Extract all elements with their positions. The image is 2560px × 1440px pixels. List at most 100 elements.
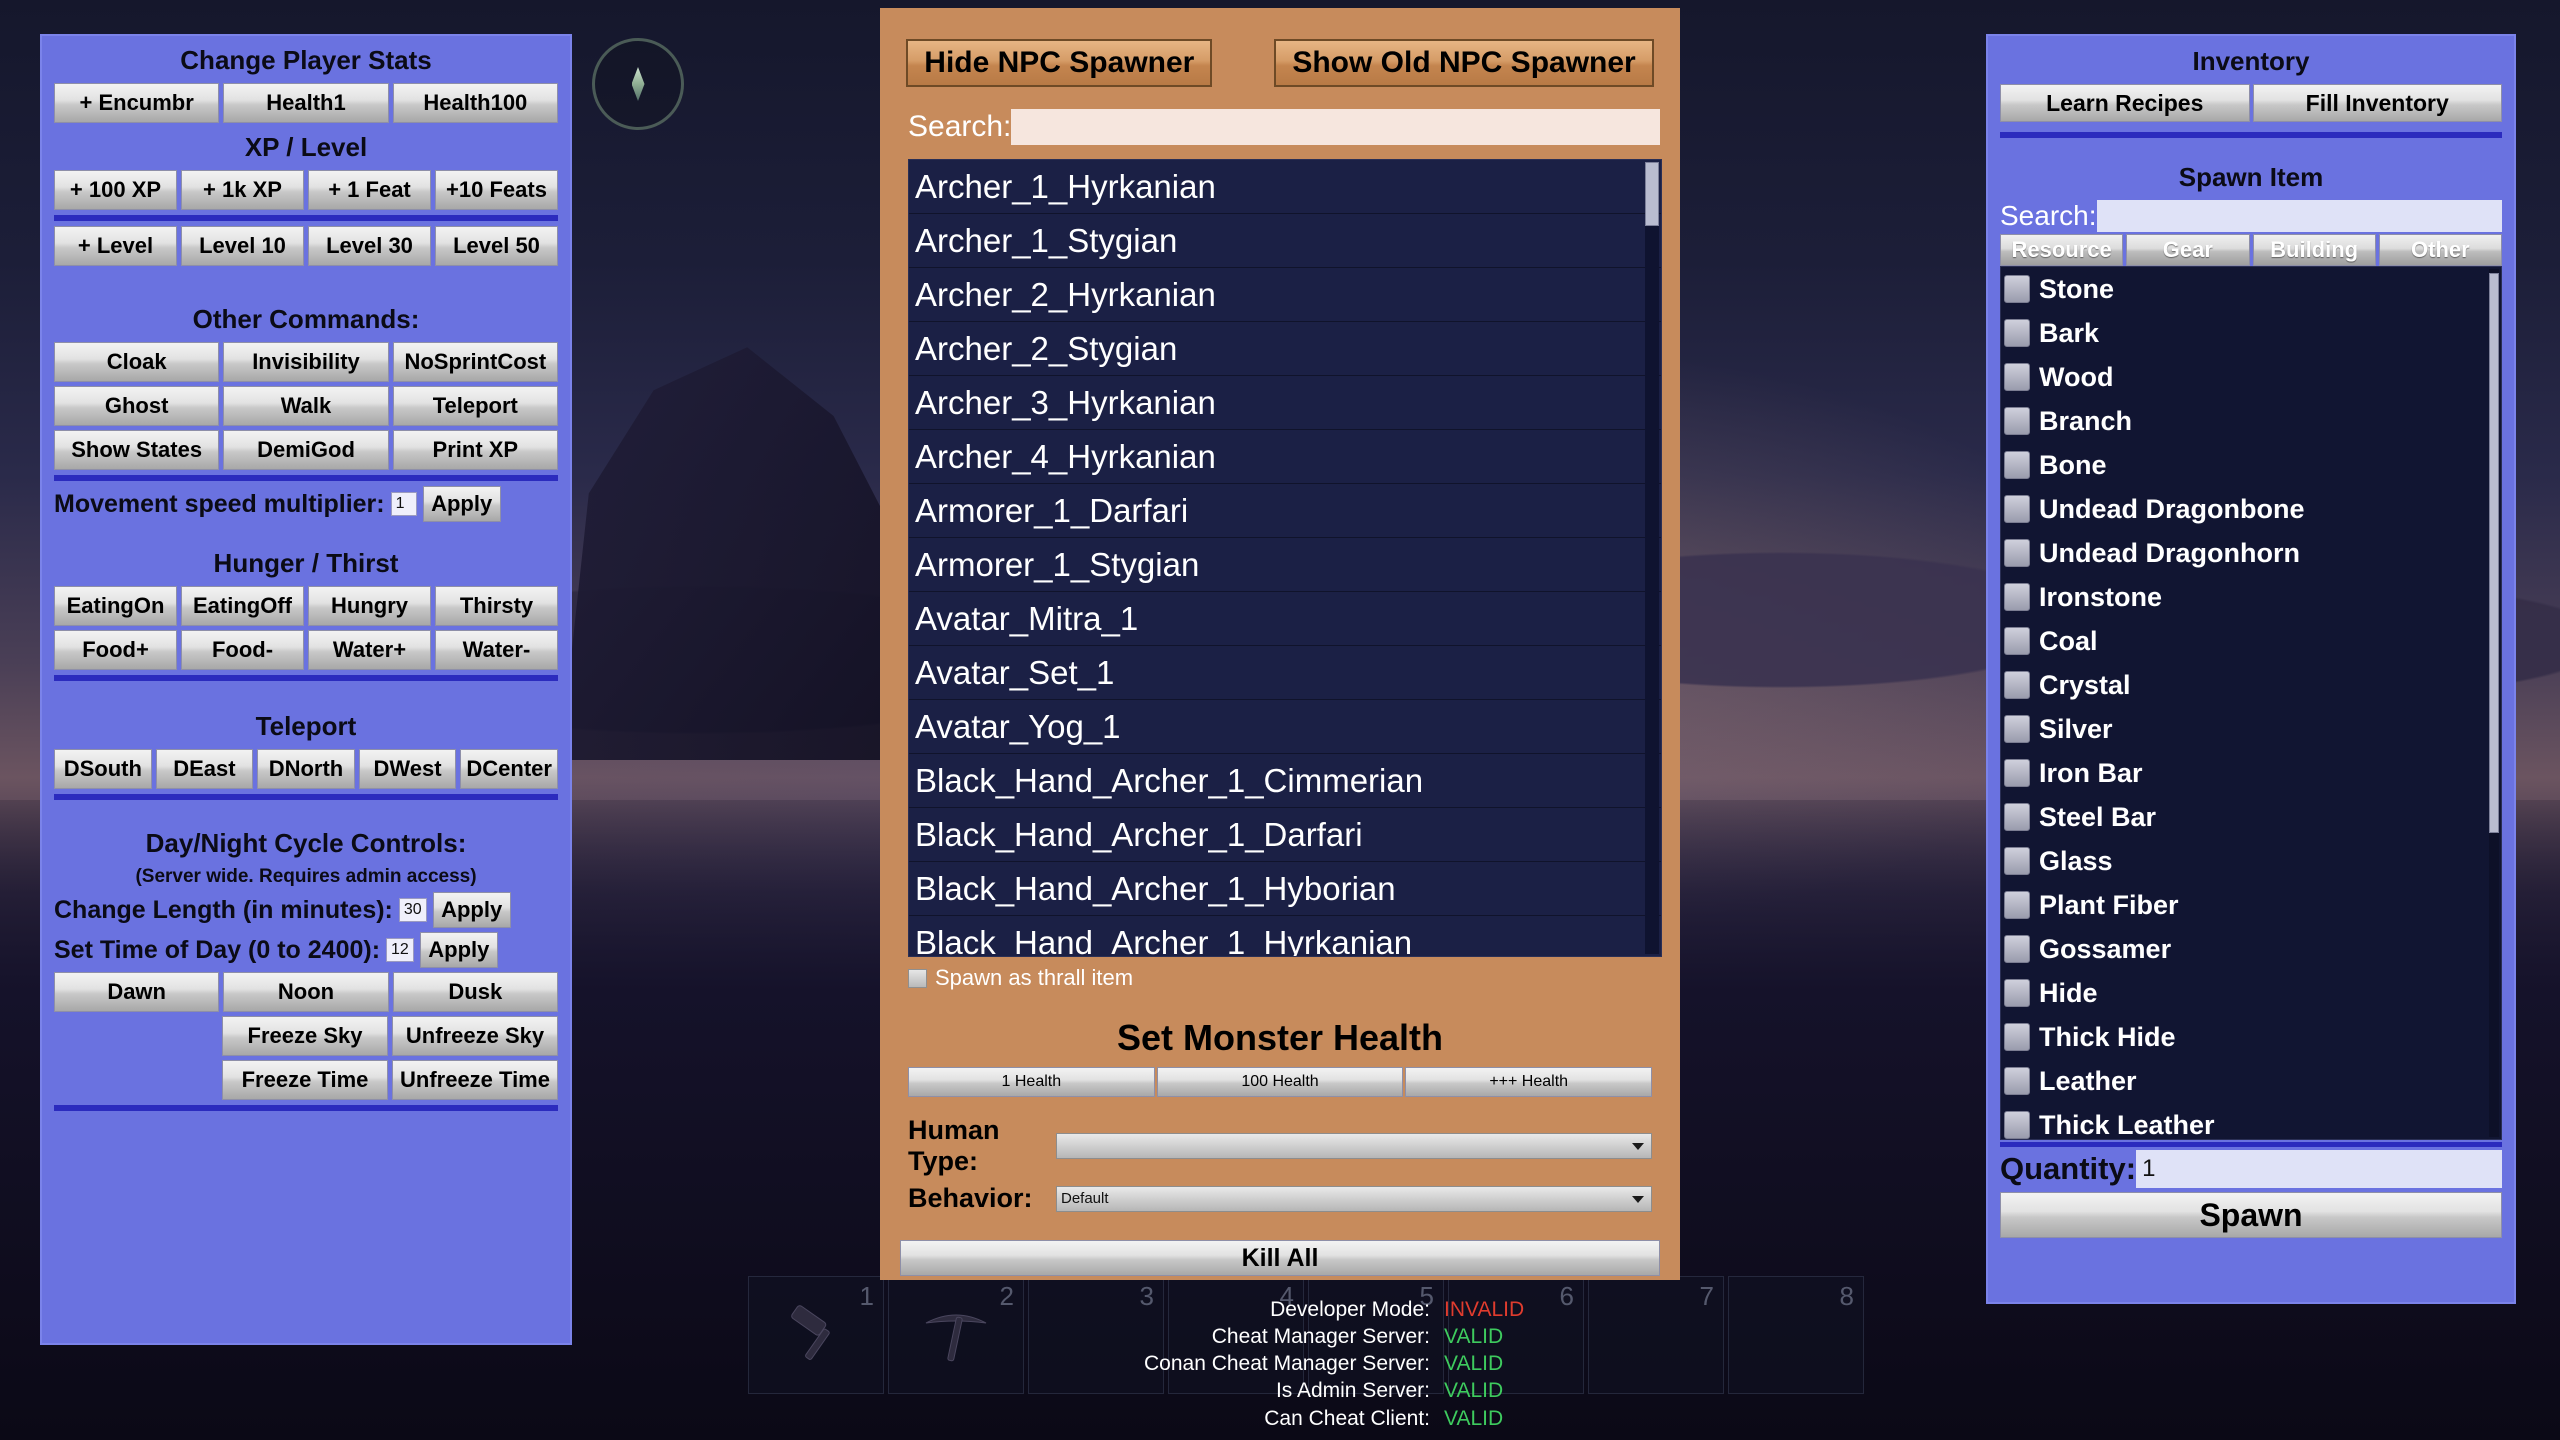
item-list-scrollbar[interactable] [2489, 269, 2499, 1137]
item-list-row[interactable]: Iron Bar [2001, 751, 2501, 795]
teleport-dwest-button[interactable]: DWest [358, 749, 457, 789]
add-10-feats-button[interactable]: +10 Feats [435, 170, 558, 210]
scrollbar-thumb[interactable] [2489, 273, 2499, 833]
npc-list-item[interactable]: Black_Hand_Archer_1_Darfari [909, 808, 1661, 862]
npc-search-input[interactable] [1011, 109, 1660, 145]
hungry-button[interactable]: Hungry [308, 586, 431, 626]
teleport-button[interactable]: Teleport [392, 386, 558, 426]
npc-list-item[interactable]: Avatar_Set_1 [909, 646, 1661, 700]
item-list-row[interactable]: Bark [2001, 311, 2501, 355]
npc-list[interactable]: Archer_1_Hyrkanian Archer_1_Stygian Arch… [908, 159, 1662, 957]
tab-gear[interactable]: Gear [2126, 234, 2250, 266]
no-sprint-cost-button[interactable]: NoSprintCost [392, 342, 558, 382]
unfreeze-time-button[interactable]: Unfreeze Time [392, 1060, 558, 1100]
water-minus-button[interactable]: Water- [435, 630, 558, 670]
teleport-dnorth-button[interactable]: DNorth [257, 749, 355, 789]
item-list-row[interactable]: Plant Fiber [2001, 883, 2501, 927]
health-1-button[interactable]: Health1 [223, 83, 389, 123]
freeze-sky-button[interactable]: Freeze Sky [222, 1016, 388, 1056]
item-list-row[interactable]: Silver [2001, 707, 2501, 751]
walk-button[interactable]: Walk [223, 386, 389, 426]
item-checkbox[interactable] [2004, 1067, 2030, 1095]
thirsty-button[interactable]: Thirsty [435, 586, 558, 626]
item-list-row[interactable]: Leather [2001, 1059, 2501, 1103]
item-checkbox[interactable] [2004, 451, 2030, 479]
show-old-npc-spawner-button[interactable]: Show Old NPC Spawner [1274, 39, 1654, 87]
item-checkbox[interactable] [2004, 759, 2030, 787]
health-max-monster-button[interactable]: +++ Health [1405, 1067, 1653, 1097]
water-plus-button[interactable]: Water+ [308, 630, 431, 670]
npc-list-item[interactable]: Archer_4_Hyrkanian [909, 430, 1661, 484]
item-checkbox[interactable] [2004, 583, 2030, 611]
item-list-row[interactable]: Glass [2001, 839, 2501, 883]
npc-list-item[interactable]: Avatar_Yog_1 [909, 700, 1661, 754]
time-of-day-input[interactable]: 12 [386, 938, 414, 962]
npc-list-item[interactable]: Archer_3_Hyrkanian [909, 376, 1661, 430]
food-plus-button[interactable]: Food+ [54, 630, 177, 670]
item-checkbox[interactable] [2004, 495, 2030, 523]
npc-list-item[interactable]: Archer_2_Stygian [909, 322, 1661, 376]
item-checkbox[interactable] [2004, 319, 2030, 347]
demigod-button[interactable]: DemiGod [223, 430, 389, 470]
npc-list-scrollbar[interactable] [1645, 162, 1659, 954]
npc-list-item[interactable]: Black_Hand_Archer_1_Hyrkanian [909, 916, 1661, 956]
hotbar-slot[interactable]: 2 [888, 1276, 1024, 1394]
level-30-button[interactable]: Level 30 [308, 226, 431, 266]
hotbar-slot[interactable]: 1 [748, 1276, 884, 1394]
item-list-row[interactable]: Ironstone [2001, 575, 2501, 619]
item-checkbox[interactable] [2004, 715, 2030, 743]
item-list-row[interactable]: Bone [2001, 443, 2501, 487]
eating-on-button[interactable]: EatingOn [54, 586, 177, 626]
freeze-time-button[interactable]: Freeze Time [222, 1060, 388, 1100]
item-checkbox[interactable] [2004, 1023, 2030, 1051]
fill-inventory-button[interactable]: Fill Inventory [2252, 84, 2502, 122]
hotbar-slot[interactable]: 7 [1588, 1276, 1724, 1394]
item-list-row[interactable]: Stone [2001, 267, 2501, 311]
cycle-length-input[interactable]: 30 [398, 898, 427, 922]
npc-list-item[interactable]: Archer_1_Hyrkanian [909, 160, 1661, 214]
spawn-item-list[interactable]: Stone Bark Wood Branch Bone Undead Drago… [2000, 266, 2502, 1140]
item-checkbox[interactable] [2004, 935, 2030, 963]
npc-list-item[interactable]: Archer_2_Hyrkanian [909, 268, 1661, 322]
item-checkbox[interactable] [2004, 891, 2030, 919]
dawn-button[interactable]: Dawn [54, 972, 220, 1012]
cloak-button[interactable]: Cloak [54, 342, 220, 382]
level-50-button[interactable]: Level 50 [435, 226, 558, 266]
spawn-button[interactable]: Spawn [2000, 1192, 2502, 1238]
show-states-button[interactable]: Show States [54, 430, 220, 470]
add-1-feat-button[interactable]: + 1 Feat [308, 170, 431, 210]
npc-list-item[interactable]: Archer_1_Stygian [909, 214, 1661, 268]
human-type-dropdown[interactable] [1056, 1133, 1652, 1159]
teleport-dsouth-button[interactable]: DSouth [54, 749, 152, 789]
item-checkbox[interactable] [2004, 363, 2030, 391]
health-100-button[interactable]: Health100 [392, 83, 558, 123]
food-minus-button[interactable]: Food- [181, 630, 304, 670]
item-checkbox[interactable] [2004, 407, 2030, 435]
tab-resource[interactable]: Resource [2000, 234, 2124, 266]
item-list-row[interactable]: Coal [2001, 619, 2501, 663]
item-list-row[interactable]: Wood [2001, 355, 2501, 399]
health-1-monster-button[interactable]: 1 Health [908, 1067, 1155, 1097]
eating-off-button[interactable]: EatingOff [181, 586, 304, 626]
unfreeze-sky-button[interactable]: Unfreeze Sky [392, 1016, 558, 1056]
movement-speed-input[interactable]: 1 [390, 492, 417, 516]
item-list-row[interactable]: Steel Bar [2001, 795, 2501, 839]
item-list-row[interactable]: Thick Leather [2001, 1103, 2501, 1139]
spawn-as-thrall-checkbox[interactable] [908, 968, 927, 988]
invisibility-button[interactable]: Invisibility [223, 342, 389, 382]
movement-speed-apply-button[interactable]: Apply [422, 486, 501, 522]
item-list-row[interactable]: Undead Dragonhorn [2001, 531, 2501, 575]
item-list-row[interactable]: Undead Dragonbone [2001, 487, 2501, 531]
health-100-monster-button[interactable]: 100 Health [1156, 1067, 1404, 1097]
npc-list-item[interactable]: Black_Hand_Archer_1_Hyborian [909, 862, 1661, 916]
npc-list-item[interactable]: Armorer_1_Stygian [909, 538, 1661, 592]
noon-button[interactable]: Noon [223, 972, 389, 1012]
hotbar-slot[interactable]: 8 [1728, 1276, 1864, 1394]
npc-list-item[interactable]: Black_Hand_Archer_1_Cimmerian [909, 754, 1661, 808]
kill-all-button[interactable]: Kill All [900, 1240, 1660, 1276]
item-list-row[interactable]: Gossamer [2001, 927, 2501, 971]
npc-list-item[interactable]: Armorer_1_Darfari [909, 484, 1661, 538]
item-checkbox[interactable] [2004, 847, 2030, 875]
learn-recipes-button[interactable]: Learn Recipes [2000, 84, 2250, 122]
behavior-dropdown[interactable]: Default [1056, 1185, 1652, 1212]
